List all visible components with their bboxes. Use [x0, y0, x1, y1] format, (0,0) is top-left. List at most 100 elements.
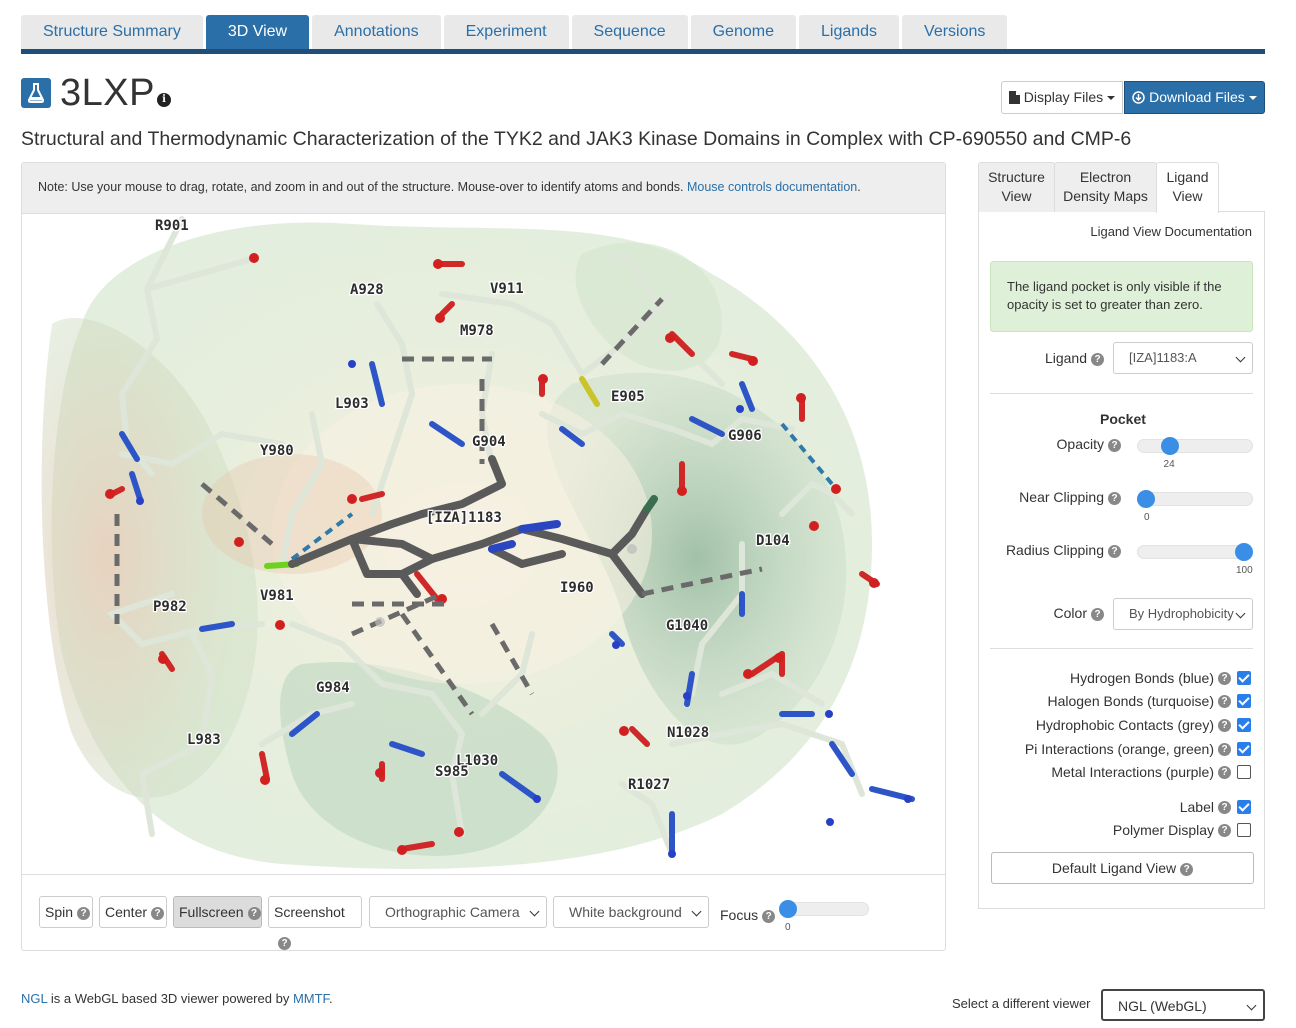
hydrogen-bonds-toggle[interactable]: Hydrogen Bonds (blue)? — [1070, 670, 1251, 686]
tab-versions[interactable]: Versions — [902, 15, 1008, 49]
color-value: By Hydrophobicity — [1129, 606, 1234, 621]
tab-line: View — [1172, 188, 1203, 204]
tab-3d-view[interactable]: 3D View — [205, 15, 310, 49]
camera-value: Orthographic Camera — [385, 904, 520, 920]
divider — [990, 393, 1253, 394]
residue-label: G906 — [728, 428, 762, 444]
focus-value: 0 — [785, 922, 791, 933]
help-icon[interactable]: ? — [151, 907, 165, 920]
checkbox[interactable] — [1237, 671, 1251, 685]
center-label: Center — [105, 904, 148, 920]
mouse-controls-link[interactable]: Mouse controls documentation — [687, 180, 857, 194]
help-icon[interactable]: ? — [247, 907, 261, 920]
tab-line: View — [1001, 188, 1032, 204]
tab-experiment[interactable]: Experiment — [443, 15, 569, 49]
hydrophobic-contacts-toggle[interactable]: Hydrophobic Contacts (grey)? — [1036, 717, 1251, 733]
pocket-heading: Pocket — [1100, 411, 1146, 427]
opacity-label-text: Opacity — [1056, 436, 1104, 452]
opacity-slider-thumb[interactable] — [1160, 437, 1179, 455]
help-icon[interactable]: ? — [1218, 800, 1231, 814]
tab-genome[interactable]: Genome — [690, 15, 796, 49]
tab-annotations[interactable]: Annotations — [312, 15, 441, 49]
spin-button[interactable]: Spin? — [39, 896, 93, 928]
help-icon[interactable]: ? — [1218, 823, 1231, 837]
tab-ligands[interactable]: Ligands — [798, 15, 900, 49]
residue-label: V911 — [490, 281, 524, 297]
radius-clipping-label-text: Radius Clipping — [1005, 542, 1104, 558]
center-button[interactable]: Center? — [99, 896, 167, 928]
help-icon[interactable]: ? — [1091, 353, 1104, 366]
tab-ligand-view[interactable]: Ligand View — [1156, 162, 1219, 213]
help-icon[interactable]: ? — [1218, 742, 1231, 756]
info-icon[interactable]: i — [156, 93, 171, 107]
checkbox[interactable] — [1237, 823, 1251, 837]
focus-slider-thumb[interactable] — [779, 900, 797, 918]
help-icon[interactable]: ? — [77, 907, 91, 920]
viewer-select[interactable]: NGL (WebGL) — [1101, 989, 1265, 1021]
label-toggle[interactable]: Label? — [1180, 799, 1251, 815]
near-clipping-slider-thumb[interactable] — [1137, 490, 1155, 508]
background-select[interactable]: White background — [553, 896, 709, 928]
flask-icon — [21, 78, 51, 108]
note-text: Note: Use your mouse to drag, rotate, an… — [38, 180, 684, 194]
help-icon[interactable]: ? — [1218, 765, 1231, 779]
help-icon[interactable]: ? — [1218, 694, 1231, 708]
residue-label: M978 — [460, 323, 494, 339]
ligand-view-panel: Ligand View Documentation The ligand poc… — [978, 211, 1265, 909]
residue-label: N1028 — [667, 725, 709, 741]
radius-clipping-label: Radius Clipping? — [1006, 542, 1121, 558]
checkbox[interactable] — [1237, 800, 1251, 814]
checkbox[interactable] — [1237, 765, 1251, 779]
mmtf-link[interactable]: MMTF — [293, 991, 329, 1006]
display-files-label: Display Files — [1023, 89, 1104, 105]
checkbox[interactable] — [1237, 718, 1251, 732]
ngl-link[interactable]: NGL — [21, 991, 47, 1006]
display-files-button[interactable]: Display Files — [1001, 81, 1123, 114]
residue-label: V981 — [260, 588, 294, 604]
screenshot-label: Screenshot — [274, 904, 345, 920]
3d-canvas[interactable]: R901 A928 V911 M978 L903 Y980 E905 G904 … — [22, 214, 945, 874]
pi-interactions-toggle[interactable]: Pi Interactions (orange, green)? — [1025, 741, 1251, 757]
checkbox-label: Hydrophobic Contacts (grey) — [1035, 717, 1214, 733]
camera-select[interactable]: Orthographic Camera — [369, 896, 547, 928]
help-icon[interactable]: ? — [278, 937, 291, 950]
ligand-view-doc-link[interactable]: Ligand View Documentation — [1090, 224, 1252, 239]
help-icon[interactable]: ? — [1108, 492, 1121, 505]
tab-line: Electron — [1079, 169, 1132, 185]
screenshot-button[interactable]: Screenshot? — [268, 896, 362, 950]
ligand-label-text: Ligand — [1044, 350, 1087, 366]
chevron-down-icon — [1235, 352, 1246, 363]
checkbox[interactable] — [1237, 742, 1251, 756]
color-select[interactable]: By Hydrophobicity — [1113, 598, 1253, 630]
tab-electron-density-maps[interactable]: Electron Density Maps — [1054, 162, 1157, 212]
tab-structure-view[interactable]: Structure View — [978, 162, 1055, 212]
fullscreen-button[interactable]: Fullscreen? — [173, 896, 262, 928]
checkbox[interactable] — [1237, 694, 1251, 708]
help-icon[interactable]: ? — [1091, 608, 1104, 621]
ligand-select[interactable]: [IZA]1183:A — [1113, 342, 1253, 374]
credit-period: . — [329, 991, 333, 1006]
halogen-bonds-toggle[interactable]: Halogen Bonds (turquoise)? — [1047, 693, 1251, 709]
tab-structure-summary[interactable]: Structure Summary — [21, 15, 203, 49]
chevron-down-icon — [529, 906, 540, 917]
default-ligand-view-button[interactable]: Default Ligand View? — [991, 852, 1254, 884]
polymer-display-toggle[interactable]: Polymer Display? — [1113, 822, 1251, 838]
download-files-button[interactable]: Download Files — [1124, 81, 1265, 114]
help-icon[interactable]: ? — [1108, 439, 1121, 452]
metal-interactions-toggle[interactable]: Metal Interactions (purple)? — [1051, 764, 1251, 780]
help-icon[interactable]: ? — [1108, 545, 1121, 558]
focus-label-text: Focus — [720, 907, 759, 923]
molecule-render: R901 A928 V911 M978 L903 Y980 E905 G904 … — [41, 216, 915, 869]
residue-label: [IZA]1183 — [426, 510, 502, 526]
residue-label: E905 — [611, 389, 645, 405]
opacity-value: 24 — [1163, 459, 1175, 470]
residue-label: I960 — [560, 580, 594, 596]
opacity-slider[interactable] — [1137, 439, 1253, 453]
help-icon[interactable]: ? — [1218, 718, 1231, 732]
spin-label: Spin — [45, 904, 74, 920]
tab-sequence[interactable]: Sequence — [571, 15, 688, 49]
help-icon[interactable]: ? — [762, 910, 776, 923]
radius-clipping-slider-thumb[interactable] — [1235, 543, 1253, 561]
help-icon[interactable]: ? — [1218, 671, 1231, 685]
help-icon[interactable]: ? — [1180, 863, 1194, 876]
